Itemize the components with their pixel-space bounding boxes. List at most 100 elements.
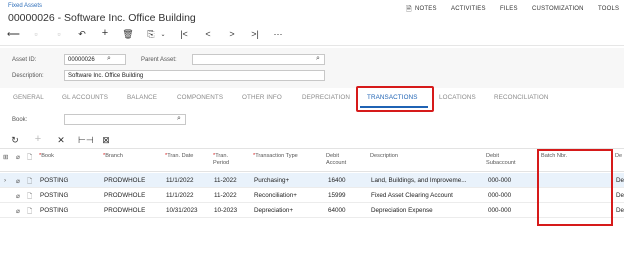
page-title: 00000026 - Software Inc. Office Building [8, 12, 196, 24]
notes-icon[interactable]: 🗎 [406, 5, 412, 16]
menu-activities[interactable]: ACTIVITIES [451, 6, 486, 12]
cell-extra[interactable]: De [616, 192, 624, 199]
cell-tran-period[interactable]: 11-2022 [214, 192, 237, 199]
column-branch[interactable]: *Branch [103, 153, 123, 160]
previous-icon[interactable]: < [202, 29, 214, 39]
table-row[interactable] [0, 188, 624, 203]
add-row-icon[interactable]: + [32, 133, 44, 145]
parent-asset-input[interactable] [192, 54, 325, 65]
attachment-icon[interactable]: ⌀ [16, 192, 20, 200]
tab-other-info[interactable]: OTHER INFO [242, 94, 282, 101]
refresh-icon[interactable]: ↻ [9, 135, 21, 146]
cell-transaction-type[interactable]: Purchasing+ [254, 177, 289, 184]
column-debit-subaccount[interactable]: Debit Subaccount [486, 153, 516, 167]
note-icon[interactable]: 🗋 [27, 192, 32, 203]
toolbar-divider [0, 45, 624, 46]
book-filter-label: Book: [12, 117, 28, 123]
add-icon[interactable]: + [99, 27, 111, 39]
menu-notes[interactable]: NOTES [415, 6, 437, 12]
description-label: Description: [12, 73, 44, 79]
cell-description[interactable]: Depreciation Expense [371, 207, 481, 214]
tab-locations[interactable]: LOCATIONS [439, 94, 476, 101]
cell-tran-date[interactable]: 11/1/2022 [166, 192, 194, 199]
first-icon[interactable]: |< [178, 29, 190, 39]
table-row[interactable] [0, 203, 624, 218]
copy-paste-icon[interactable]: ⎘ [145, 29, 157, 40]
cell-book[interactable]: POSTING [40, 207, 68, 214]
cell-description[interactable]: Land, Buildings, and Improveme... [371, 177, 481, 184]
cell-branch[interactable]: PRODWHOLE [104, 177, 145, 184]
next-icon[interactable]: > [226, 29, 238, 39]
cell-debit-subaccount[interactable]: 000-000 [488, 192, 511, 199]
delete-icon[interactable]: 🗑 [122, 29, 134, 40]
tab-balance[interactable]: BALANCE [127, 94, 157, 101]
column-tran-date[interactable]: *Tran. Date [165, 153, 193, 160]
note-icon[interactable]: 🗋 [27, 177, 32, 188]
column-description[interactable]: Description [370, 153, 398, 160]
book-filter-input[interactable] [64, 114, 186, 125]
tab-general[interactable]: GENERAL [13, 94, 44, 101]
tab-reconciliation[interactable]: RECONCILIATION [494, 94, 548, 101]
description-input[interactable]: Software Inc. Office Building [64, 70, 325, 81]
tab-depreciation[interactable]: DEPRECIATION [302, 94, 350, 101]
cell-extra[interactable]: De [616, 207, 624, 214]
table-row[interactable] [0, 173, 624, 188]
attachment-icon[interactable]: ⌀ [16, 207, 20, 215]
export-excel-icon[interactable]: ⊠ [100, 135, 112, 146]
cell-book[interactable]: POSTING [40, 192, 68, 199]
cell-debit-subaccount[interactable]: 000-000 [488, 177, 511, 184]
menu-files[interactable]: FILES [500, 6, 518, 12]
cell-tran-date[interactable]: 10/31/2023 [166, 207, 198, 214]
row-selector-chevron-icon[interactable]: › [4, 177, 6, 184]
asset-id-input[interactable]: 00000026 [64, 54, 126, 65]
cell-tran-date[interactable]: 11/1/2022 [166, 177, 194, 184]
tab-components[interactable]: COMPONENTS [177, 94, 223, 101]
row-settings-icon[interactable]: ⊞ [3, 153, 8, 161]
cell-branch[interactable]: PRODWHOLE [104, 192, 145, 199]
cell-description[interactable]: Fixed Asset Clearing Account [371, 192, 481, 199]
column-debit-account[interactable]: Debit Account [326, 153, 346, 167]
column-extra[interactable]: De [615, 153, 622, 160]
description-value: Software Inc. Office Building [68, 73, 144, 79]
column-book[interactable]: *Book [39, 153, 54, 160]
cell-debit-subaccount[interactable]: 000-000 [488, 207, 511, 214]
menu-customization[interactable]: CUSTOMIZATION [532, 6, 584, 12]
cell-transaction-type[interactable]: Depreciation+ [254, 207, 293, 214]
column-transaction-type[interactable]: *Transaction Type [253, 153, 298, 160]
cell-transaction-type[interactable]: Reconciliation+ [254, 192, 297, 199]
attachment-icon: ⌀ [16, 154, 20, 161]
menu-tools[interactable]: TOOLS [598, 6, 619, 12]
note-icon: 🗋 [27, 154, 33, 161]
fit-columns-icon[interactable]: ⊢⊣ [78, 135, 94, 146]
search-icon[interactable]: ⌕ [177, 115, 181, 123]
save-icon[interactable]: ▫ [30, 29, 42, 39]
highlight-box-transactions [356, 86, 434, 112]
search-icon[interactable]: ⌕ [316, 55, 320, 63]
last-icon[interactable]: >| [249, 29, 261, 39]
search-icon[interactable]: ⌕ [107, 55, 111, 63]
cell-branch[interactable]: PRODWHOLE [104, 207, 145, 214]
cell-tran-period[interactable]: 11-2022 [214, 177, 237, 184]
cell-tran-period[interactable]: 10-2023 [214, 207, 237, 214]
save-close-icon[interactable]: ▫ [53, 29, 65, 39]
cell-debit-account[interactable]: 16400 [328, 177, 346, 184]
asset-id-label: Asset ID: [12, 57, 37, 63]
chevron-down-icon[interactable]: ⌄ [157, 31, 169, 38]
tab-gl-accounts[interactable]: GL ACCOUNTS [62, 94, 108, 101]
cell-debit-account[interactable]: 15999 [328, 192, 346, 199]
undo-icon[interactable]: ⟵ [7, 29, 20, 40]
breadcrumb-fixed-assets[interactable]: Fixed Assets [8, 3, 42, 9]
cell-book[interactable]: POSTING [40, 177, 68, 184]
highlight-box-batch-nbr [537, 149, 613, 226]
attachment-icon[interactable]: ⌀ [16, 177, 20, 185]
note-icon[interactable]: 🗋 [27, 207, 32, 218]
more-icon[interactable]: ⋯ [272, 29, 284, 40]
cell-extra[interactable]: De [616, 177, 624, 184]
asset-id-value: 00000026 [68, 57, 95, 63]
grid-header-row [0, 148, 624, 172]
delete-row-icon[interactable]: ✕ [55, 135, 67, 146]
parent-asset-label: Parent Asset: [141, 57, 177, 63]
cell-debit-account[interactable]: 64000 [328, 207, 346, 214]
column-tran-period[interactable]: *Tran. Period [213, 153, 229, 167]
cancel-icon[interactable]: ↶ [76, 29, 88, 40]
